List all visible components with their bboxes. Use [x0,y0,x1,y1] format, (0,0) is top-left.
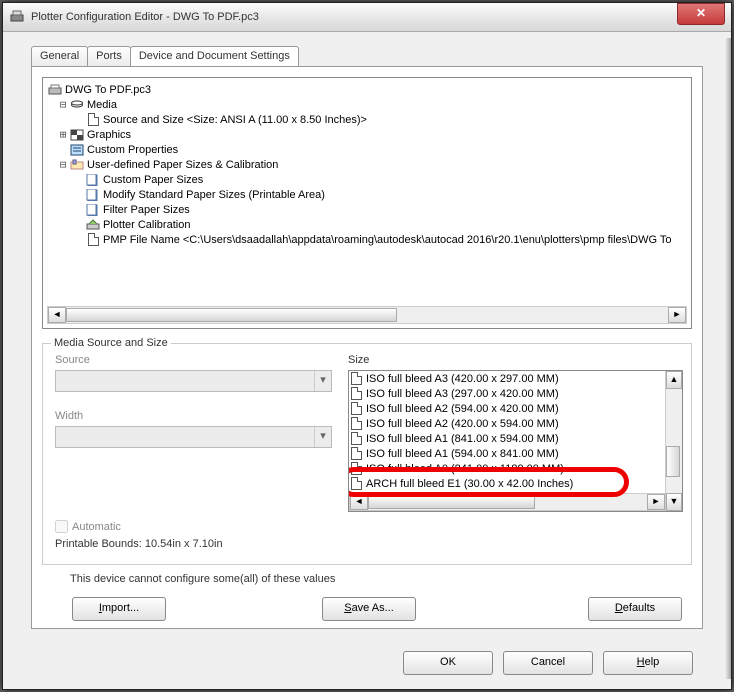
cancel-button[interactable]: Cancel [503,651,593,675]
size-option-label: ISO full bleed A2 (594.00 x 420.00 MM) [366,403,559,415]
help-button[interactable]: Help [603,651,693,675]
graphics-icon [69,128,85,142]
scroll-right-icon[interactable]: ► [668,307,686,323]
chevron-down-icon[interactable]: ▾ [314,427,331,447]
plotter-icon [9,9,25,25]
calibration-icon [69,158,85,172]
window-title: Plotter Configuration Editor - DWG To PD… [31,11,677,23]
size-option[interactable]: ISO full bleed A3 (297.00 x 420.00 MM) [349,386,666,401]
printable-bounds: Printable Bounds: 10.54in x 7.10in [55,538,223,550]
size-option[interactable]: ISO full bleed A3 (420.00 x 297.00 MM) [349,371,666,386]
size-option[interactable]: ISO full bleed A2 (594.00 x 420.00 MM) [349,401,666,416]
shadow-decoration [725,38,731,679]
size-option-label: ISO full bleed A3 (297.00 x 420.00 MM) [366,388,559,400]
tree-source-size[interactable]: Source and Size <Size: ANSI A (11.00 x 8… [47,112,687,127]
device-note: This device cannot configure some(all) o… [70,573,674,585]
tree-pmp-file[interactable]: PMP File Name <C:\Users\dsaadallah\appda… [47,232,687,247]
tab-general[interactable]: General [31,46,88,66]
page-icon [351,432,362,445]
page-icon [351,387,362,400]
page-icon [351,417,362,430]
source-combo[interactable]: ▾ [55,370,332,392]
client-area: General Ports Device and Document Settin… [3,32,731,689]
size-option-label: ARCH full bleed E1 (30.00 x 42.00 Inches… [366,478,573,490]
page-icon [85,113,101,127]
paper-icon [85,173,101,187]
automatic-checkbox[interactable]: Automatic [55,520,121,533]
tab-strip: General Ports Device and Document Settin… [31,46,703,66]
media-source-size-group: Media Source and Size Source ▾ Width ▾ S… [42,343,692,565]
tab-ports[interactable]: Ports [87,46,131,66]
chevron-down-icon[interactable]: ▾ [314,371,331,391]
settings-tree[interactable]: DWG To PDF.pc3 ⊟Media Source and Size <S… [42,77,692,329]
group-title: Media Source and Size [51,337,171,349]
size-option[interactable]: ISO full bleed A2 (420.00 x 594.00 MM) [349,416,666,431]
page-icon [351,402,362,415]
tree-graphics[interactable]: ⊞Graphics [47,127,687,142]
source-label: Source [55,354,90,366]
page-icon [351,477,362,490]
size-hscrollbar[interactable]: ◄ ► [349,493,666,511]
size-label: Size [348,354,369,366]
size-listbox[interactable]: ISO full bleed A3 (420.00 x 297.00 MM) IS… [348,370,683,512]
saveas-button[interactable]: Save As... [322,597,416,621]
collapse-icon[interactable]: ⊟ [57,158,69,171]
defaults-button[interactable]: Defaults [588,597,682,621]
plotter-calib-icon [85,218,101,232]
paper-icon [85,203,101,217]
paper-icon [85,188,101,202]
size-vscrollbar[interactable]: ▲ ▼ [665,371,682,511]
tree-custom-props[interactable]: Custom Properties [47,142,687,157]
tree-hscrollbar[interactable]: ◄ ► [47,306,687,324]
tree-custom-paper[interactable]: Custom Paper Sizes [47,172,687,187]
size-option-label: ISO full bleed A0 (841.00 x 1189.00 MM) [366,463,564,475]
tree-filter[interactable]: Filter Paper Sizes [47,202,687,217]
dialog-buttons: OK Cancel Help [403,651,693,675]
size-option[interactable]: ISO full bleed A1 (841.00 x 594.00 MM) [349,431,666,446]
tree-modify-std[interactable]: Modify Standard Paper Sizes (Printable A… [47,187,687,202]
tab-page: DWG To PDF.pc3 ⊟Media Source and Size <S… [31,66,703,629]
scroll-left-icon[interactable]: ◄ [350,494,368,510]
page-icon [351,372,362,385]
tree-udps[interactable]: ⊟User-defined Paper Sizes & Calibration [47,157,687,172]
properties-icon [69,143,85,157]
automatic-check-input[interactable] [55,520,68,533]
scroll-down-icon[interactable]: ▼ [666,493,682,511]
file-icon [85,233,101,247]
width-label: Width [55,410,83,422]
expand-icon[interactable]: ⊞ [57,128,69,141]
tree-root[interactable]: DWG To PDF.pc3 [47,82,687,97]
width-combo[interactable]: ▾ [55,426,332,448]
scroll-right-icon[interactable]: ► [647,494,665,510]
tree-plotter-calib[interactable]: Plotter Calibration [47,217,687,232]
tab-device-settings[interactable]: Device and Document Settings [130,46,299,66]
titlebar[interactable]: Plotter Configuration Editor - DWG To PD… [3,3,731,32]
size-option[interactable]: ISO full bleed A1 (594.00 x 841.00 MM) [349,446,666,461]
size-option-label: ISO full bleed A1 (594.00 x 841.00 MM) [366,448,559,460]
plotter-icon [47,83,63,97]
import-button[interactable]: Import... [72,597,166,621]
scroll-up-icon[interactable]: ▲ [666,371,682,389]
size-option-label: ISO full bleed A3 (420.00 x 297.00 MM) [366,373,559,385]
ok-button[interactable]: OK [403,651,493,675]
page-icon [351,447,362,460]
page-icon [351,462,362,475]
tree-media[interactable]: ⊟Media [47,97,687,112]
dialog-window: Plotter Configuration Editor - DWG To PD… [2,2,732,690]
close-button[interactable]: ✕ [677,3,725,25]
size-option-label: ISO full bleed A2 (420.00 x 594.00 MM) [366,418,559,430]
size-option[interactable]: ARCH full bleed E1 (30.00 x 42.00 Inches… [349,476,666,491]
collapse-icon[interactable]: ⊟ [57,98,69,111]
media-icon [69,98,85,112]
scroll-left-icon[interactable]: ◄ [48,307,66,323]
tree-items: DWG To PDF.pc3 ⊟Media Source and Size <S… [43,78,691,247]
automatic-label: Automatic [72,521,121,533]
size-option-label: ISO full bleed A1 (841.00 x 594.00 MM) [366,433,559,445]
size-option[interactable]: ISO full bleed A0 (841.00 x 1189.00 MM) [349,461,666,476]
size-items: ISO full bleed A3 (420.00 x 297.00 MM) IS… [349,371,666,495]
